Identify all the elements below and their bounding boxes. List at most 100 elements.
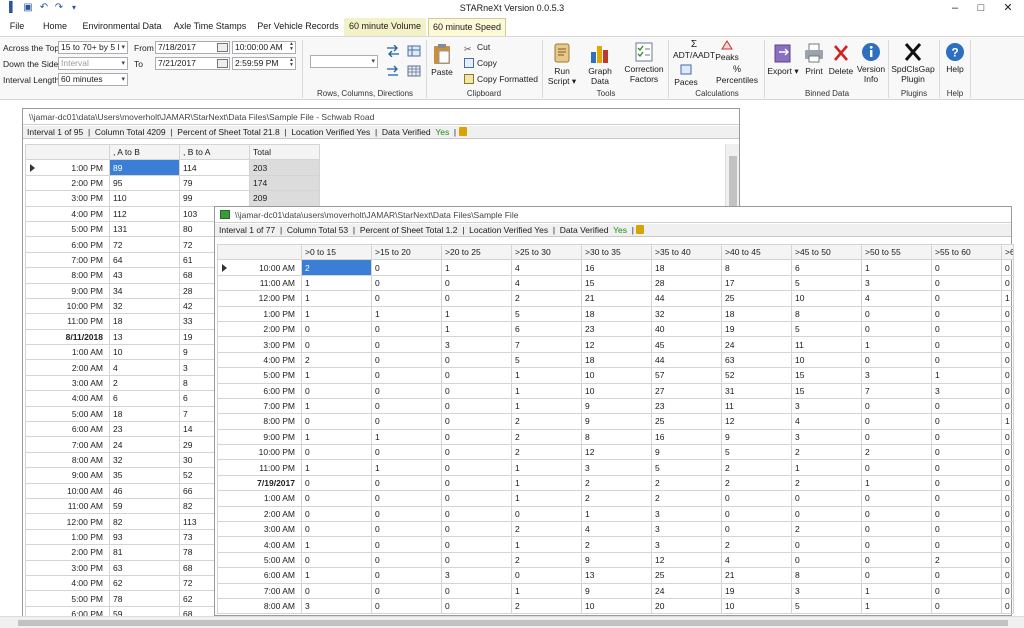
row-header[interactable]: 2:00 AM	[217, 505, 302, 523]
grid-cell[interactable]: 0	[1001, 259, 1014, 276]
row-header[interactable]: 10:00 AM	[217, 259, 302, 276]
row-header[interactable]: 6:00 AM	[25, 421, 110, 438]
grid-cell[interactable]: 2	[791, 474, 862, 492]
grid-cell[interactable]: 5	[791, 597, 862, 615]
grid-cell[interactable]: 32	[109, 451, 180, 469]
table-row[interactable]: 5:00 PM 1 0 0 1 10 57 52 15 3 1 0	[217, 367, 1014, 384]
grid-cell[interactable]: 0	[931, 351, 1002, 369]
grid-cell[interactable]: 2	[109, 374, 180, 392]
grid-cell[interactable]: 0	[371, 444, 442, 461]
grid-cell[interactable]: 3	[301, 597, 372, 615]
grid-cell[interactable]: 82	[109, 513, 180, 530]
grid-cell[interactable]: 1	[511, 582, 582, 599]
grid-cell[interactable]: 81	[109, 544, 180, 561]
grid-cell[interactable]: 2	[511, 597, 582, 615]
grid-cell[interactable]: 10	[721, 597, 792, 615]
grid-cell[interactable]: 2	[931, 551, 1002, 569]
grid-cell[interactable]: 0	[861, 536, 932, 553]
table-row[interactable]: 7:00 AM 0 0 0 1 9 24 19 3 1 0 0	[217, 582, 1014, 599]
grid-cell[interactable]: 0	[1001, 397, 1014, 415]
print-button[interactable]: Print	[802, 42, 826, 76]
grid-cell[interactable]: 0	[931, 597, 1002, 615]
spdclsgap-plugin-button[interactable]: SpdClsGap Plugin	[890, 42, 936, 84]
grid-cell[interactable]: 0	[371, 336, 442, 353]
grid-cell[interactable]: 2	[301, 351, 372, 369]
grid-cell[interactable]: 0	[931, 428, 1002, 446]
lock-icon[interactable]	[458, 127, 467, 136]
row-header[interactable]: 8:00 PM	[25, 267, 110, 284]
grid-cell[interactable]: 3	[651, 536, 722, 553]
table-row[interactable]: 8:00 AM 3 0 0 2 10 20 10 5 1 0 0	[217, 597, 1014, 615]
grid-cell[interactable]: 4	[109, 359, 180, 376]
grid-cell[interactable]: 2	[861, 444, 932, 461]
grid-cell[interactable]: 1	[861, 259, 932, 276]
grid-cell[interactable]: 17	[721, 274, 792, 292]
interval-length-select[interactable]: 60 minutes ▾	[58, 73, 128, 86]
grid-cell[interactable]: 57	[651, 367, 722, 384]
tab-60-minute-volume[interactable]: 60 minute Volume	[344, 18, 426, 36]
calendar-icon[interactable]	[217, 59, 228, 68]
grid-cell[interactable]: 3	[861, 367, 932, 384]
grid-cell[interactable]: 1	[1001, 413, 1014, 430]
grid-cell[interactable]: 28	[651, 274, 722, 292]
grid-cell[interactable]: 1	[301, 274, 372, 292]
grid-cell[interactable]: 4	[861, 290, 932, 307]
grid-cell[interactable]: 1	[301, 428, 372, 446]
swap-columns-icon[interactable]	[386, 65, 400, 77]
row-header[interactable]: 5:00 PM	[25, 220, 110, 238]
row-header[interactable]: 3:00 PM	[25, 190, 110, 207]
row-header[interactable]: 5:00 AM	[217, 551, 302, 569]
grid-cell[interactable]: 1	[511, 536, 582, 553]
grid-cell[interactable]: 0	[371, 320, 442, 338]
grid-cell[interactable]: 24	[109, 436, 180, 453]
grid-cell[interactable]: 0	[301, 320, 372, 338]
grid-cell[interactable]: 9	[581, 551, 652, 569]
row-header[interactable]: 11:00 PM	[217, 459, 302, 476]
to-time-input[interactable]: 2:59:59 PM ▲ ▼	[232, 57, 296, 70]
column-header[interactable]: >15 to 20	[371, 243, 442, 261]
grid-cell[interactable]: 2	[511, 521, 582, 538]
table-row[interactable]: 2:00 AM 0 0 0 0 1 3 0 0 0 0 0	[217, 505, 1014, 523]
row-header[interactable]: 4:00 AM	[25, 390, 110, 407]
grid-cell[interactable]: 2	[651, 474, 722, 492]
grid-cell[interactable]: 0	[441, 444, 512, 461]
grid-cell[interactable]: 6	[109, 390, 180, 407]
grid-cell[interactable]: 18	[651, 259, 722, 276]
table-row[interactable]: 1:00 AM 0 0 0 1 2 2 0 0 0 0 0	[217, 490, 1014, 507]
grid-cell[interactable]: 0	[1001, 305, 1014, 322]
grid-cell[interactable]: 0	[931, 290, 1002, 307]
grid-cell[interactable]: 0	[301, 582, 372, 599]
grid-cell[interactable]: 78	[109, 590, 180, 607]
grid-cell[interactable]: 0	[371, 536, 442, 553]
grid-cell[interactable]: 3	[441, 336, 512, 353]
grid-cell[interactable]: 0	[371, 413, 442, 430]
grid-cell[interactable]: 31	[721, 382, 792, 399]
grid-cell[interactable]: 0	[931, 474, 1002, 492]
row-header[interactable]: 11:00 AM	[25, 497, 110, 515]
grid-cell[interactable]: 0	[931, 259, 1002, 276]
grid-cell[interactable]: 46	[109, 482, 180, 499]
grid-cell[interactable]: 0	[861, 413, 932, 430]
grid-cell[interactable]: 2	[511, 290, 582, 307]
table-row[interactable]: 10:00 PM 0 0 0 2 12 9 5 2 2 0 0	[217, 444, 1014, 461]
row-header[interactable]: 2:00 AM	[25, 359, 110, 376]
column-header[interactable]: >25 to 30	[511, 243, 582, 261]
grid-cell[interactable]: 0	[931, 582, 1002, 599]
grid-cell[interactable]: 3	[441, 567, 512, 584]
grid-cell[interactable]: 11	[721, 397, 792, 415]
grid-cell[interactable]: 63	[721, 351, 792, 369]
table-row[interactable]: 5:00 AM 0 0 0 2 9 12 4 0 0 2 0	[217, 551, 1014, 569]
grid-cell[interactable]: 0	[371, 597, 442, 615]
grid-cell[interactable]: 0	[931, 274, 1002, 292]
grid-cell[interactable]: 0	[301, 490, 372, 507]
grid-cell[interactable]: 0	[1001, 336, 1014, 353]
grid-cell[interactable]: 64	[109, 251, 180, 269]
row-header[interactable]: 6:00 AM	[217, 567, 302, 584]
table-row[interactable]: 9:00 PM 1 1 0 2 8 16 9 3 0 0 0	[217, 428, 1014, 446]
table-row[interactable]: 7:00 PM 1 0 0 1 9 23 11 3 0 0 0	[217, 397, 1014, 415]
tab-per-vehicle-records[interactable]: Per Vehicle Records	[254, 18, 342, 36]
grid-cell[interactable]: 2	[511, 413, 582, 430]
delete-button[interactable]: Delete	[826, 42, 856, 76]
paste-button[interactable]: Paste	[430, 43, 454, 77]
grid-cell[interactable]: 10	[791, 290, 862, 307]
